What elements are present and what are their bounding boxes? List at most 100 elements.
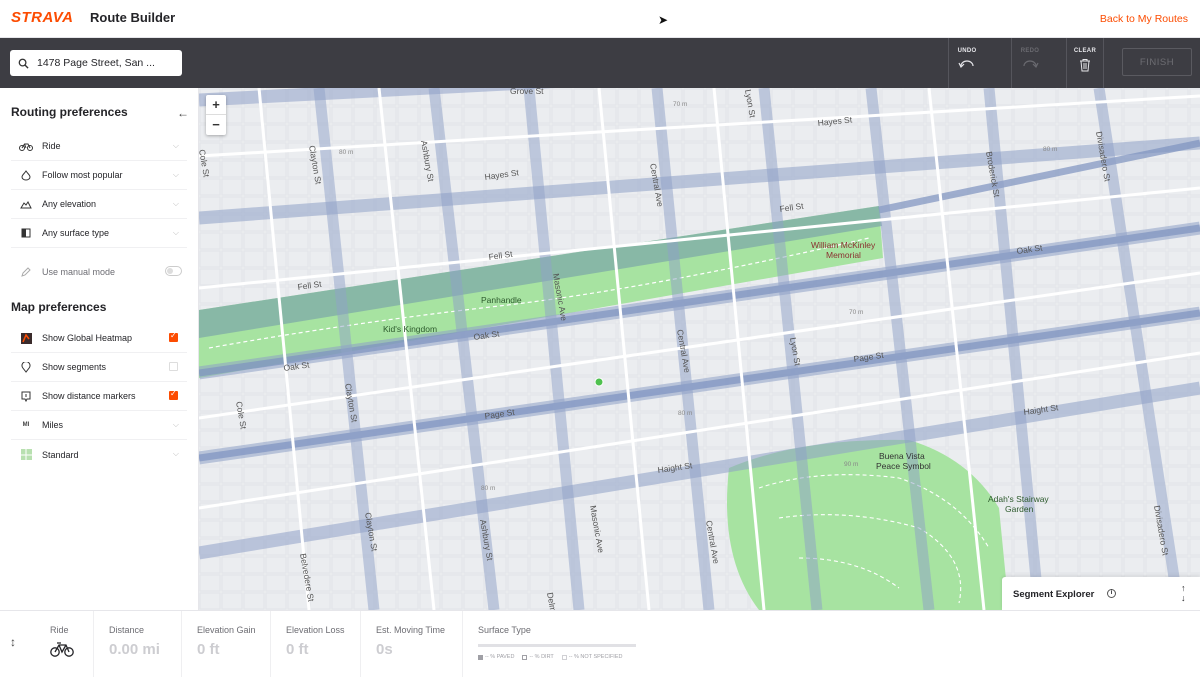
map-canvas[interactable]: Grove St Hayes St Hayes St Fell St Fell …	[199, 88, 1200, 610]
routing-surface[interactable]: Any surface type ⌵	[11, 219, 187, 248]
undo-label: UNDO	[957, 48, 977, 54]
search-input[interactable]	[37, 57, 167, 69]
routing-ride-label: Ride	[42, 141, 61, 151]
chevron-down-icon: ⌵	[172, 449, 179, 458]
map-svg: Grove St Hayes St Hayes St Fell St Fell …	[199, 88, 1200, 610]
surface-legend: -- % PAVED -- % DIRT -- % NOT SPECIFIED	[478, 654, 622, 660]
stat-ride-label: Ride	[50, 625, 69, 635]
redo-icon	[1023, 60, 1039, 69]
miles-icon: MI	[22, 422, 30, 428]
stat-surface-label: Surface Type	[478, 625, 531, 635]
stat-distance-value: 0.00 mi	[109, 641, 160, 658]
routing-elevation[interactable]: Any elevation ⌵	[11, 190, 187, 219]
manual-mode-toggle[interactable]	[165, 266, 182, 276]
redo-button[interactable]: REDO	[1011, 38, 1048, 88]
heatmap-checkbox[interactable]	[169, 331, 178, 342]
elevation-label: 80 m	[1043, 146, 1057, 153]
pencil-icon	[16, 266, 36, 277]
routing-surface-label: Any surface type	[42, 228, 110, 238]
map-segments-row[interactable]: Show segments	[11, 353, 187, 382]
mouse-cursor-icon: ➤	[658, 13, 669, 27]
stat-time-value: 0s	[376, 641, 393, 658]
zoom-out-button[interactable]: −	[206, 115, 226, 135]
location-pin-icon[interactable]	[594, 377, 604, 387]
place-label: Memorial	[826, 250, 861, 260]
distance-markers-checkbox[interactable]	[169, 389, 178, 400]
expand-arrows-icon[interactable]: ↑ ↓	[1181, 583, 1186, 603]
routing-elevation-label: Any elevation	[42, 199, 97, 209]
location-search[interactable]	[10, 50, 182, 76]
redo-label: REDO	[1020, 48, 1040, 54]
chevron-down-icon: ⌵	[172, 170, 179, 179]
map-style-row[interactable]: Standard ⌵	[11, 440, 187, 469]
manual-mode-label: Use manual mode	[42, 266, 116, 277]
collapse-sidebar-arrow-icon[interactable]: ←	[177, 106, 189, 120]
stat-distance: Distance 0.00 mi	[93, 611, 181, 677]
routing-popularity-label: Follow most popular	[42, 170, 123, 180]
map-heatmap-row[interactable]: Show Global Heatmap	[11, 324, 187, 353]
routing-ride[interactable]: Ride ⌵	[11, 132, 187, 161]
manual-mode-row[interactable]: Use manual mode	[11, 257, 187, 286]
stat-distance-label: Distance	[109, 625, 145, 635]
trash-icon	[1080, 59, 1090, 72]
zoom-in-button[interactable]: +	[206, 95, 226, 115]
surface-icon	[16, 228, 36, 238]
preferences-sidebar: Routing preferences ← Ride ⌵ Follow most…	[0, 88, 199, 610]
elevation-label: 70 m	[673, 101, 687, 108]
stat-elevation-gain: Elevation Gain 0 ft	[181, 611, 270, 677]
undo-icon	[958, 60, 974, 69]
top-bar: STRAVA Route Builder ➤ Back to My Routes	[0, 0, 1200, 38]
place-label: Peace Symbol	[876, 461, 931, 471]
page-title: Route Builder	[90, 10, 176, 25]
finish-button[interactable]: FINISH	[1122, 48, 1192, 76]
strava-logo[interactable]: STRAVA	[11, 9, 73, 26]
routing-popularity[interactable]: Follow most popular ⌵	[11, 161, 187, 190]
map-distance-label: Show distance markers	[42, 391, 136, 401]
paved-swatch	[478, 654, 483, 660]
unspecified-swatch	[561, 654, 567, 660]
stat-elevation-loss: Elevation Loss 0 ft	[270, 611, 360, 677]
stat-moving-time: Est. Moving Time 0s	[360, 611, 462, 677]
undo-button[interactable]: UNDO	[948, 38, 985, 88]
map-preferences-title: Map preferences	[11, 300, 107, 314]
info-icon[interactable]: i	[1107, 589, 1116, 598]
toolbar-divider	[1103, 38, 1104, 88]
elevation-icon	[16, 200, 36, 209]
elevation-label: 80 m	[678, 410, 692, 417]
place-label: Buena Vista	[879, 451, 925, 461]
clear-button[interactable]: CLEAR	[1066, 38, 1103, 88]
surface-paved: -- % PAVED	[485, 654, 515, 660]
place-label: William McKinley	[811, 240, 876, 250]
map-units-row[interactable]: MI Miles ⌵	[11, 411, 187, 440]
stat-time-label: Est. Moving Time	[376, 625, 446, 635]
stat-loss-value: 0 ft	[286, 641, 309, 658]
bike-icon	[16, 142, 36, 151]
stat-gain-value: 0 ft	[197, 641, 220, 658]
route-toolbar: UNDO REDO CLEAR FINISH	[0, 38, 1200, 88]
chevron-down-icon: ⌵	[172, 420, 179, 429]
map-distance-row[interactable]: Show distance markers	[11, 382, 187, 411]
segments-checkbox[interactable]	[169, 362, 178, 371]
heatmap-icon	[16, 332, 36, 344]
segment-pin-icon	[16, 361, 36, 373]
elevation-label: 90 m	[844, 461, 858, 468]
bike-icon	[50, 642, 74, 657]
stat-surface-type: Surface Type -- % PAVED -- % DIRT -- % N…	[462, 611, 662, 677]
stat-gain-label: Elevation Gain	[197, 625, 256, 635]
surface-dirt: -- % DIRT	[529, 654, 554, 660]
map-style-icon	[16, 449, 36, 460]
clear-label: CLEAR	[1073, 48, 1097, 54]
segment-explorer-panel[interactable]: Segment Explorer i ↑ ↓	[1002, 577, 1200, 610]
stat-ride: Ride	[34, 611, 94, 677]
street-label: Grove St	[510, 88, 544, 96]
back-to-routes-link[interactable]: Back to My Routes	[1100, 13, 1188, 25]
route-stats-bar: ↕ Ride Distance 0.00 mi Elevation Gain 0…	[0, 610, 1200, 677]
popular-icon	[16, 169, 36, 181]
zoom-control: + −	[206, 95, 226, 135]
map-segments-label: Show segments	[42, 362, 107, 372]
place-label: Kid's Kingdom	[383, 324, 437, 334]
elevation-label: 80 m	[481, 485, 495, 492]
expand-stats-icon[interactable]: ↕	[10, 635, 16, 649]
map-heatmap-label: Show Global Heatmap	[42, 333, 133, 343]
chevron-down-icon: ⌵	[172, 141, 179, 150]
